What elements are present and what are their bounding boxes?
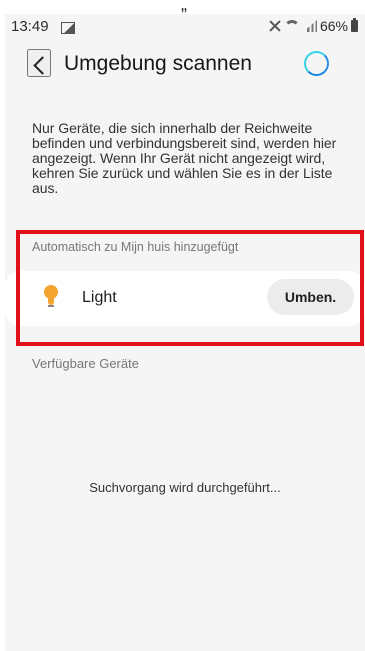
wifi-icon: [283, 20, 300, 32]
back-button[interactable]: [27, 49, 51, 77]
device-name: Light: [82, 289, 117, 306]
battery-percentage: 66%: [319, 18, 348, 34]
gallery-icon: [61, 22, 75, 34]
lightbulb-icon: [44, 285, 58, 310]
signal-icon: [302, 20, 317, 32]
status-bar: 13:49 66%: [5, 14, 365, 42]
scan-screen: 13:49 66% Umgebung scannen Nur Geräte, d…: [5, 14, 365, 651]
status-time: 13:49: [11, 18, 49, 35]
page-title: Umgebung scannen: [64, 52, 252, 75]
scan-instructions: Nur Geräte, die sich innerhalb der Reich…: [32, 120, 337, 196]
auto-added-section-label: Automatisch zu Mijn huis hinzugefügt: [32, 240, 239, 254]
available-devices-label: Verfügbare Geräte: [32, 356, 139, 371]
top-quote-mark: „: [181, 0, 187, 14]
phone-screenshot: „ 13:49 66% Umgebung scannen Nur Geräte,…: [0, 0, 365, 651]
mute-icon: [269, 20, 281, 32]
rename-button[interactable]: Umben.: [267, 279, 354, 315]
loading-spinner-icon: [304, 51, 329, 76]
page-header: Umgebung scannen: [5, 42, 365, 90]
scanning-status: Suchvorgang wird durchgeführt...: [89, 480, 281, 495]
status-icons: 66%: [269, 18, 358, 34]
battery-icon: [351, 18, 358, 32]
